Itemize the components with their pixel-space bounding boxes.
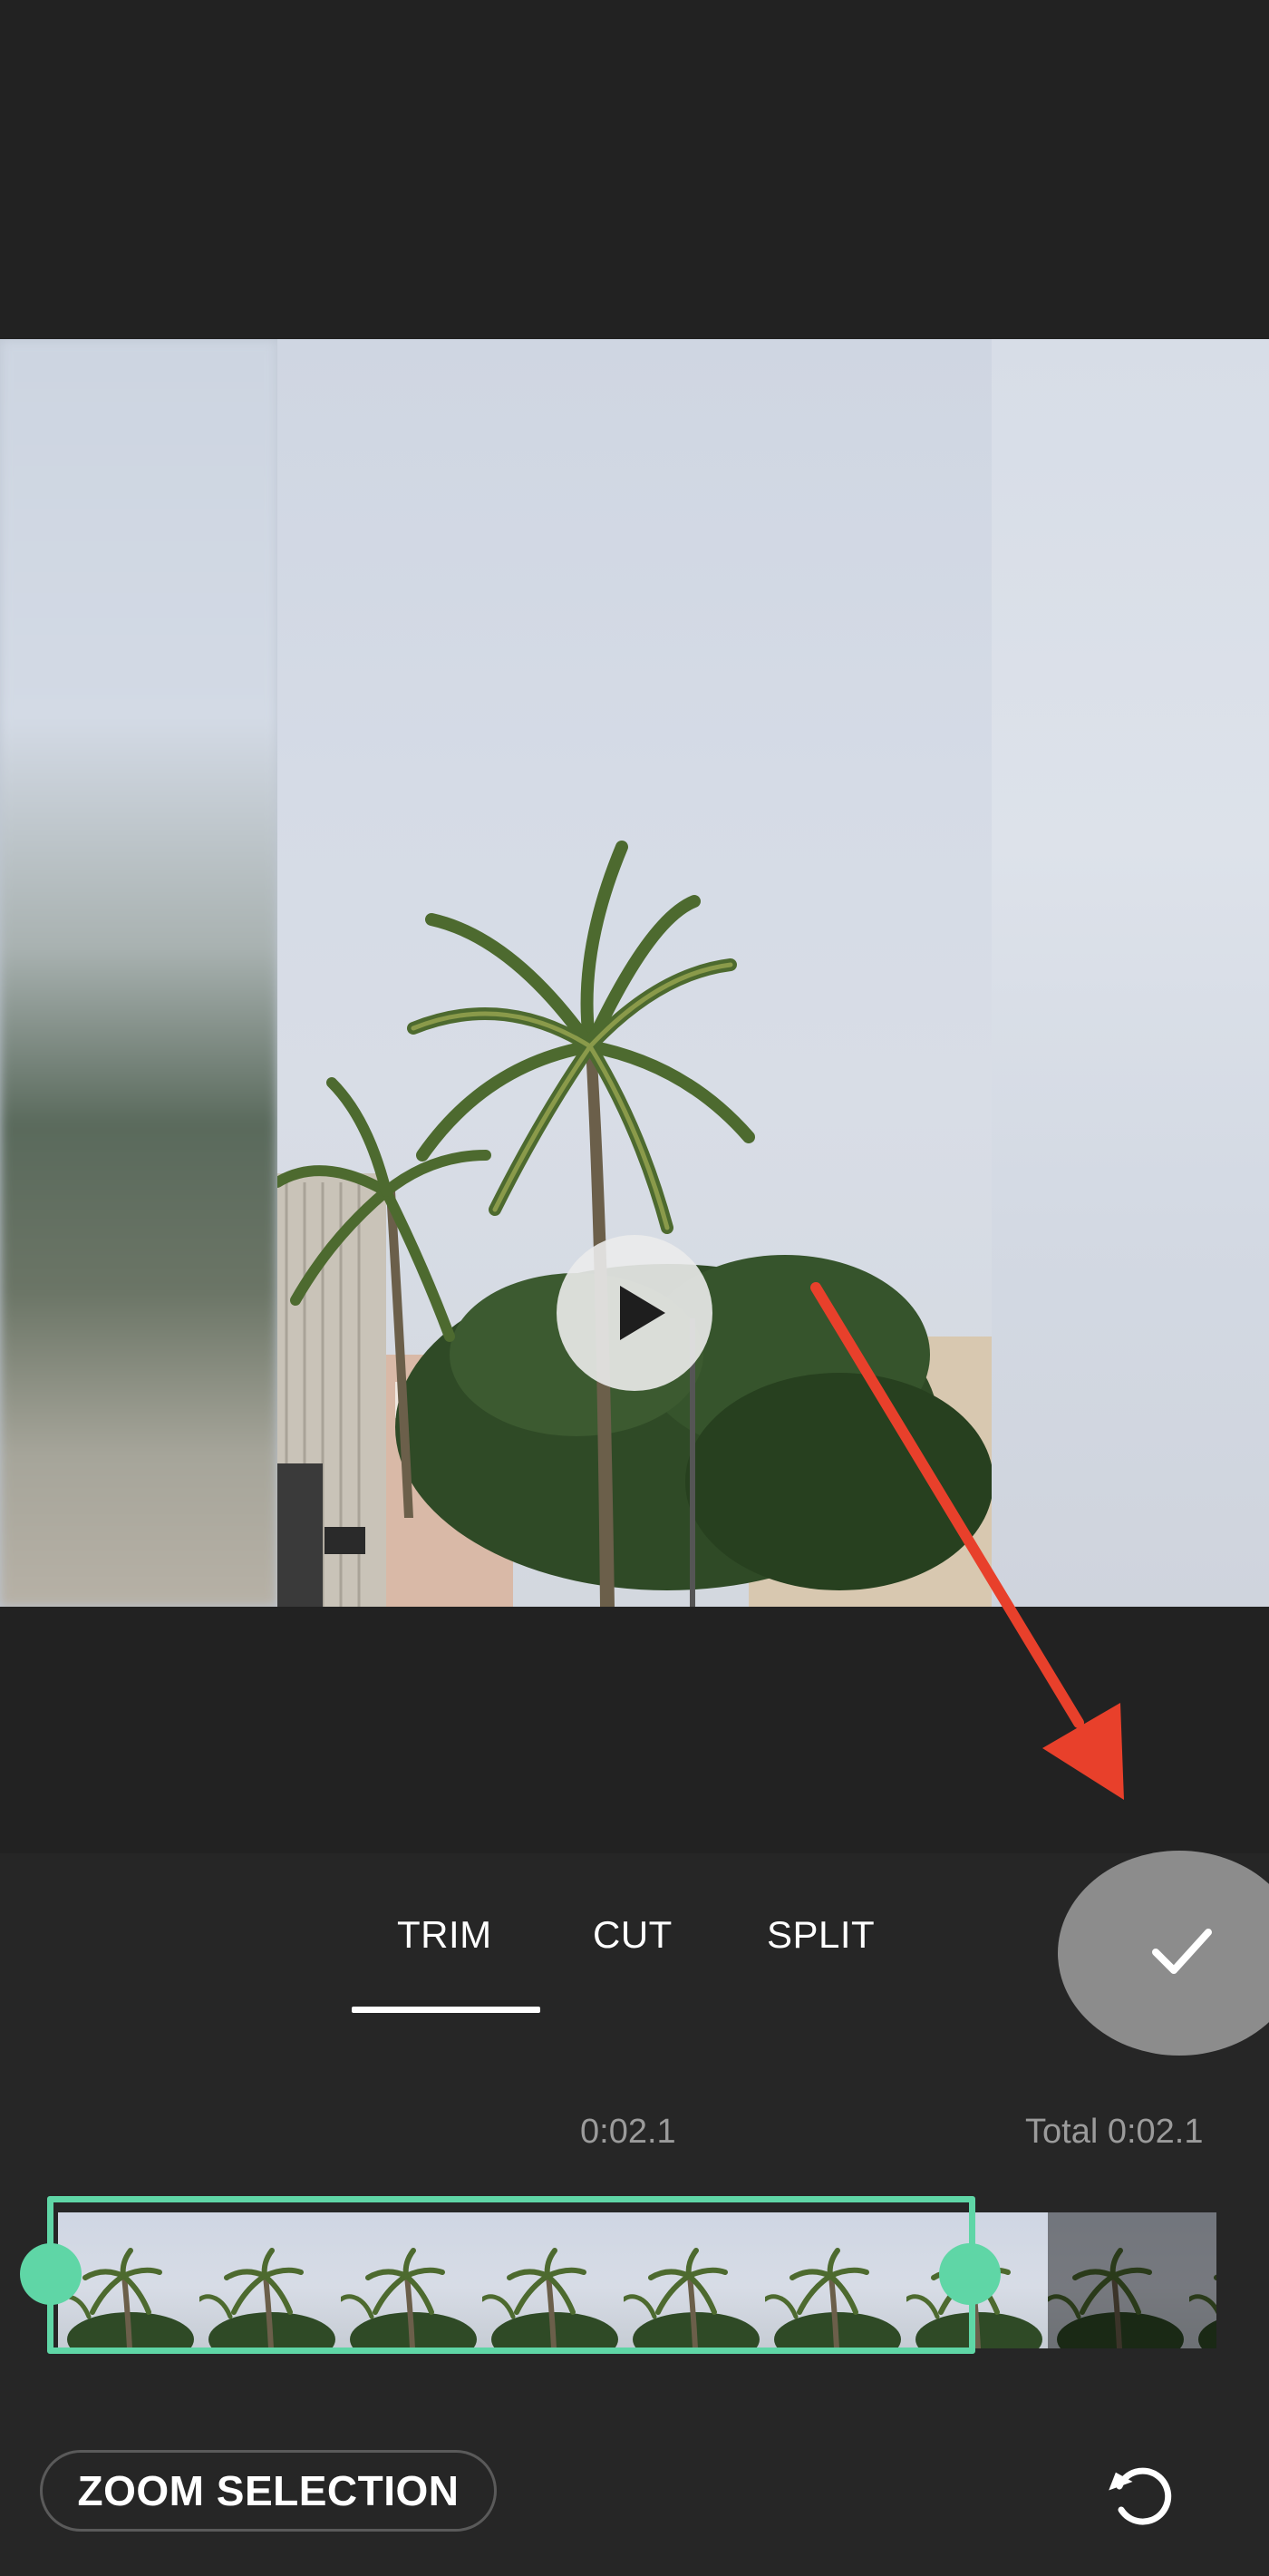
tab-cut[interactable]: CUT [593,1913,673,1957]
total-time: Total 0:02.1 [1025,2113,1204,2151]
timeline-thumbnail [1048,2212,1189,2348]
tab-selected-indicator [352,2007,540,2013]
tab-split[interactable]: SPLIT [767,1913,875,1957]
zoom-selection-button[interactable]: ZOOM SELECTION [40,2450,497,2532]
trim-start-handle[interactable] [20,2243,82,2305]
trim-selection[interactable] [47,2196,975,2354]
tab-trim[interactable]: TRIM [397,1913,492,1957]
reset-icon[interactable] [1101,2459,1183,2532]
check-icon [1152,1929,1212,1974]
timeline-strip[interactable] [20,2196,1216,2365]
timeline-thumbnail [1189,2212,1216,2348]
current-time: 0:02.1 [580,2113,676,2151]
trim-end-handle[interactable] [939,2243,1001,2305]
